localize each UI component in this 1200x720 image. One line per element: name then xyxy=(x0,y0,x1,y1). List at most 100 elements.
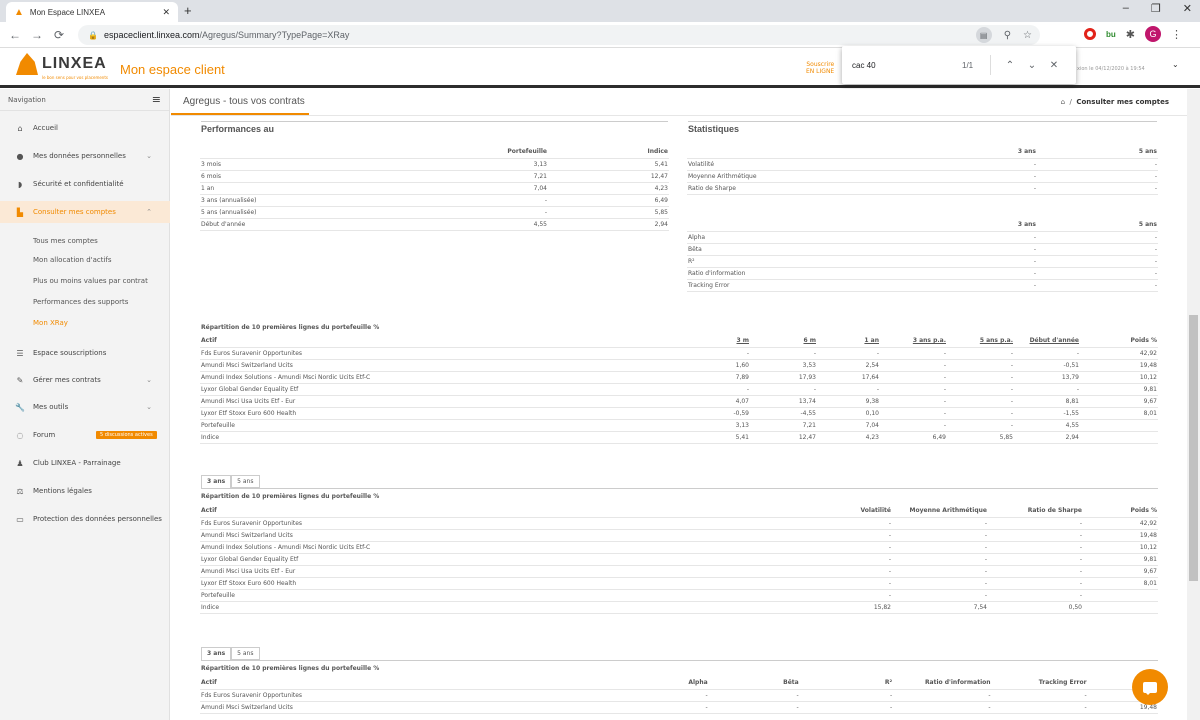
cell-value: - xyxy=(799,701,894,714)
cell-value: 5,85 xyxy=(947,431,1014,444)
cell-value: 8,01 xyxy=(1080,407,1158,420)
chat-button[interactable] xyxy=(1132,669,1168,705)
kebab-menu-icon[interactable]: ⋮ xyxy=(1171,28,1182,41)
col-header: Moyenne Arithmétique xyxy=(892,505,988,518)
subitem-allocation[interactable]: Mon allocation d'actifs xyxy=(33,256,112,264)
cell-value: - xyxy=(892,517,988,530)
period-tabs: 3 ans 5 ans xyxy=(201,475,260,488)
chevron-down-icon: ⌄ xyxy=(146,152,152,160)
table-row: Portefeuille - - - xyxy=(200,589,1158,602)
tab-5-ans[interactable]: 5 ans xyxy=(231,475,260,488)
address-bar[interactable]: 🔒 espaceclient.linxea.com/Agregus/Summar… xyxy=(78,25,1040,45)
sidebar-item-securite[interactable]: ◗ Sécurité et confidentialité xyxy=(0,176,170,192)
souscrire-link[interactable]: Souscrire EN LIGNE xyxy=(806,61,834,75)
puzzle-icon[interactable]: ✱ xyxy=(1126,28,1135,41)
breadcrumb: ⌂ / Consulter mes comptes xyxy=(1060,98,1169,106)
cell-value: 9,67 xyxy=(1080,395,1158,408)
table-row: Lyxor Global Gender Equality Etf - - -9,81 xyxy=(200,553,1158,566)
sidebar-item-souscriptions[interactable]: ☰ Espace souscriptions xyxy=(0,345,170,361)
cell-value: -0,51 xyxy=(1014,359,1080,372)
find-input[interactable]: cac 40 xyxy=(852,61,962,70)
find-prev-icon[interactable]: ⌃ xyxy=(999,60,1021,71)
sidebar-item-consulter[interactable]: ▙ Consulter mes comptes ⌃ xyxy=(0,201,170,223)
sortable-col-header[interactable]: 5 ans p.a. xyxy=(947,335,1014,348)
scrollbar[interactable] xyxy=(1187,89,1200,720)
reader-mode-icon[interactable]: ▤ xyxy=(975,27,992,43)
cell-value: 12,47 xyxy=(750,431,817,444)
tab-3-ans[interactable]: 3 ans xyxy=(201,647,232,660)
col-header: Actif xyxy=(200,335,670,348)
forward-icon[interactable]: → xyxy=(26,28,48,42)
subitem-tous-comptes[interactable]: Tous mes comptes xyxy=(33,237,98,245)
new-tab-icon[interactable]: + xyxy=(184,3,192,18)
cell-value: - xyxy=(830,589,892,602)
browser-tab[interactable]: ▲ Mon Espace LINXEA ✕ xyxy=(6,2,178,22)
sidebar-item-gerer[interactable]: ✎ Gérer mes contrats ⌄ xyxy=(0,372,170,388)
cell-value: - xyxy=(1014,383,1080,396)
find-close-icon[interactable]: ✕ xyxy=(1043,60,1065,71)
row-label: Indice xyxy=(200,431,670,444)
cell-value: - xyxy=(892,589,988,602)
cell-value: - xyxy=(880,347,947,360)
close-window-icon[interactable]: ✕ xyxy=(1183,2,1192,15)
sidebar-item-label: Espace souscriptions xyxy=(33,349,107,357)
restore-icon[interactable]: ❐ xyxy=(1151,2,1161,15)
home-icon[interactable]: ⌂ xyxy=(1061,98,1065,106)
cell-value: 10,12 xyxy=(1083,541,1158,554)
bu-extension-icon[interactable]: bu xyxy=(1106,30,1116,39)
back-icon[interactable]: ← xyxy=(4,28,26,42)
tab-5-ans[interactable]: 5 ans xyxy=(231,647,260,660)
chevron-up-icon: ⌃ xyxy=(146,208,152,216)
minimize-icon[interactable]: – xyxy=(1123,2,1129,15)
tab-3-ans[interactable]: 3 ans xyxy=(201,475,232,488)
tabs-rule xyxy=(201,488,1158,489)
zoom-icon[interactable]: ⚲ xyxy=(1004,30,1011,41)
sortable-col-header[interactable]: 6 m xyxy=(750,335,817,348)
table-row: Amundi Msci Usa Ucits Etf - Eur - - -9,67 xyxy=(200,565,1158,578)
subitem-performances[interactable]: Performances des supports xyxy=(33,298,128,306)
rep1-caption: Répartition de 10 premières lignes du po… xyxy=(201,324,380,331)
sidebar-item-accueil[interactable]: ⌂ Accueil xyxy=(0,120,170,136)
profile-avatar[interactable]: G xyxy=(1145,26,1161,42)
cell-value: - xyxy=(750,347,817,360)
cell-value: - xyxy=(893,689,992,702)
sidebar-item-forum[interactable]: ◌ Forum 5 discussions actives xyxy=(0,427,170,443)
sortable-col-header[interactable]: 1 an xyxy=(817,335,880,348)
table-row: 1 an 7,04 4,23 xyxy=(200,182,669,195)
cell-value: -4,55 xyxy=(750,407,817,420)
opera-extension-icon[interactable] xyxy=(1084,28,1096,40)
find-next-icon[interactable]: ⌄ xyxy=(1021,60,1043,71)
sortable-col-header[interactable]: 3 ans p.a. xyxy=(880,335,947,348)
subitem-plus-moins-values[interactable]: Plus ou moins values par contrat xyxy=(33,277,148,285)
cell-value: -0,59 xyxy=(670,407,750,420)
subitem-xray[interactable]: Mon XRay xyxy=(33,319,68,327)
reload-icon[interactable]: ⟳ xyxy=(48,28,70,42)
row-label: Bêta xyxy=(687,243,937,256)
sidebar-item-outils[interactable]: 🔧 Mes outils ⌄ xyxy=(0,399,170,415)
sidebar-item-mentions[interactable]: ⚖ Mentions légales xyxy=(0,483,170,499)
stats-table-1: 3 ans 5 ans Volatilité - - Moyenne Arithméti… xyxy=(687,146,1158,195)
cell-value xyxy=(1083,589,1158,602)
sidebar-item-donnees[interactable]: ● Mes données personnelles ⌄ xyxy=(0,148,170,164)
cell-value: - xyxy=(991,689,1088,702)
sidebar-item-label: Gérer mes contrats xyxy=(33,376,101,384)
scrollbar-thumb[interactable] xyxy=(1189,315,1198,581)
col-header: Ratio d'information xyxy=(893,677,992,690)
table-header-row: Actif Alpha Bêta R² Ratio d'information … xyxy=(200,677,1158,690)
hamburger-icon[interactable]: ≡ xyxy=(152,93,161,106)
cell-value: 9,38 xyxy=(817,395,880,408)
cell-value: 5,41 xyxy=(548,158,669,171)
sortable-col-header[interactable]: 3 m xyxy=(670,335,750,348)
sidebar-item-protection[interactable]: ▭ Protection des données personnelles xyxy=(0,511,170,527)
bookmark-star-icon[interactable]: ☆ xyxy=(1023,30,1032,41)
period-tabs-2: 3 ans 5 ans xyxy=(201,647,260,660)
close-tab-icon[interactable]: ✕ xyxy=(162,7,170,18)
cell-value: - xyxy=(880,359,947,372)
sortable-col-header[interactable]: Début d'année xyxy=(1014,335,1080,348)
sidebar-item-club[interactable]: ♟ Club LINXEA - Parrainage xyxy=(0,455,170,471)
col-header: Poids % xyxy=(1083,505,1158,518)
user-menu-caret-icon[interactable]: ⌄ xyxy=(1172,60,1179,69)
linxea-logo[interactable]: LINXEA le bon sens pour vos placements xyxy=(16,53,108,80)
breadcrumb-current[interactable]: Consulter mes comptes xyxy=(1076,98,1169,106)
cell-value xyxy=(1080,431,1158,444)
